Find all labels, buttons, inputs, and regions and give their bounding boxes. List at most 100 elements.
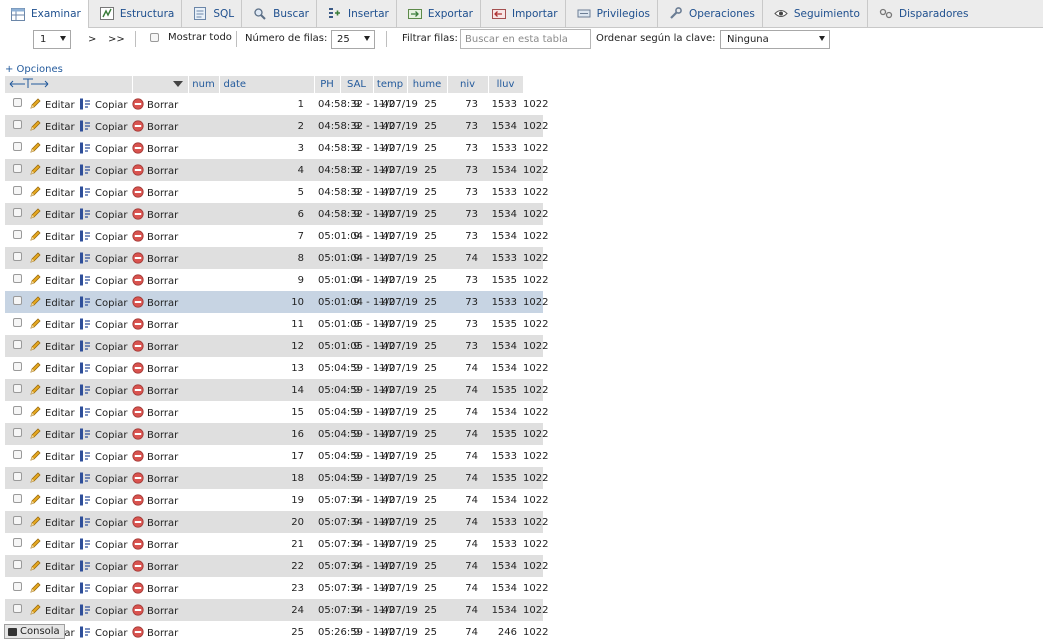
edit-row-button[interactable]: Editar bbox=[29, 599, 79, 621]
copy-row-button[interactable]: Copiar bbox=[79, 489, 133, 511]
row-checkbox[interactable] bbox=[5, 203, 29, 225]
column-header-hume[interactable]: hume bbox=[407, 76, 448, 93]
edit-row-button[interactable]: Editar bbox=[29, 225, 79, 247]
row-select-checkbox[interactable] bbox=[12, 230, 22, 239]
sort-key-select[interactable]: Ninguna bbox=[720, 30, 830, 49]
row-select-checkbox[interactable] bbox=[12, 120, 22, 129]
copy-row-button[interactable]: Copiar bbox=[79, 269, 133, 291]
row-select-checkbox[interactable] bbox=[12, 516, 22, 525]
rows-per-page-select[interactable]: 25 bbox=[331, 30, 375, 49]
copy-row-button[interactable]: Copiar bbox=[79, 467, 133, 489]
row-checkbox[interactable] bbox=[5, 247, 29, 269]
table-row[interactable]: EditarCopiarBorrar1305:04:59 - 11/07/199… bbox=[5, 357, 548, 379]
copy-row-button[interactable]: Copiar bbox=[79, 247, 133, 269]
row-checkbox[interactable] bbox=[5, 555, 29, 577]
row-select-checkbox[interactable] bbox=[12, 186, 22, 195]
edit-row-button[interactable]: Editar bbox=[29, 401, 79, 423]
edit-row-button[interactable]: Editar bbox=[29, 247, 79, 269]
row-checkbox[interactable] bbox=[5, 511, 29, 533]
table-row[interactable]: EditarCopiarBorrar2305:07:34 - 11/07/199… bbox=[5, 577, 548, 599]
edit-row-button[interactable]: Editar bbox=[29, 335, 79, 357]
copy-row-button[interactable]: Copiar bbox=[79, 203, 133, 225]
copy-row-button[interactable]: Copiar bbox=[79, 445, 133, 467]
delete-row-button[interactable]: Borrar bbox=[132, 577, 220, 599]
row-checkbox[interactable] bbox=[5, 467, 29, 489]
edit-row-button[interactable]: Editar bbox=[29, 533, 79, 555]
delete-row-button[interactable]: Borrar bbox=[132, 203, 220, 225]
column-header-temp[interactable]: temp bbox=[373, 76, 408, 93]
column-header-niv[interactable]: niv bbox=[447, 76, 489, 93]
copy-row-button[interactable]: Copiar bbox=[79, 379, 133, 401]
show-all-checkbox[interactable] bbox=[150, 33, 159, 42]
row-checkbox[interactable] bbox=[5, 225, 29, 247]
delete-row-button[interactable]: Borrar bbox=[132, 555, 220, 577]
delete-row-button[interactable]: Borrar bbox=[132, 225, 220, 247]
console-toggle[interactable]: Consola bbox=[4, 624, 65, 639]
delete-row-button[interactable]: Borrar bbox=[132, 181, 220, 203]
table-row[interactable]: EditarCopiarBorrar905:01:04 - 11/07/199-… bbox=[5, 269, 548, 291]
row-select-checkbox[interactable] bbox=[12, 274, 22, 283]
table-row[interactable]: EditarCopiarBorrar304:58:32 - 11/07/199-… bbox=[5, 137, 548, 159]
row-select-checkbox[interactable] bbox=[12, 428, 22, 437]
edit-row-button[interactable]: Editar bbox=[29, 159, 79, 181]
table-row[interactable]: EditarCopiarBorrar2505:26:59 - 11/07/199… bbox=[5, 621, 548, 643]
edit-row-button[interactable]: Editar bbox=[29, 511, 79, 533]
table-row[interactable]: EditarCopiarBorrar2405:07:34 - 11/07/199… bbox=[5, 599, 548, 621]
row-checkbox[interactable] bbox=[5, 313, 29, 335]
tab-exportar[interactable]: Exportar bbox=[397, 0, 481, 27]
row-checkbox[interactable] bbox=[5, 379, 29, 401]
last-page-button[interactable]: >> bbox=[108, 34, 125, 45]
page-select[interactable]: 1 bbox=[33, 30, 71, 49]
row-select-checkbox[interactable] bbox=[12, 318, 22, 327]
row-select-checkbox[interactable] bbox=[12, 604, 22, 613]
edit-row-button[interactable]: Editar bbox=[29, 137, 79, 159]
delete-row-button[interactable]: Borrar bbox=[132, 159, 220, 181]
copy-row-button[interactable]: Copiar bbox=[79, 599, 133, 621]
row-checkbox[interactable] bbox=[5, 577, 29, 599]
table-row[interactable]: EditarCopiarBorrar604:58:32 - 11/07/199-… bbox=[5, 203, 548, 225]
copy-row-button[interactable]: Copiar bbox=[79, 357, 133, 379]
copy-row-button[interactable]: Copiar bbox=[79, 533, 133, 555]
copy-row-button[interactable]: Copiar bbox=[79, 555, 133, 577]
column-sort-control[interactable] bbox=[132, 76, 189, 93]
copy-row-button[interactable]: Copiar bbox=[79, 335, 133, 357]
row-select-checkbox[interactable] bbox=[12, 208, 22, 217]
row-select-checkbox[interactable] bbox=[12, 560, 22, 569]
row-checkbox[interactable] bbox=[5, 533, 29, 555]
edit-row-button[interactable]: Editar bbox=[29, 181, 79, 203]
row-checkbox[interactable] bbox=[5, 115, 29, 137]
row-checkbox[interactable] bbox=[5, 599, 29, 621]
edit-row-button[interactable]: Editar bbox=[29, 269, 79, 291]
table-row[interactable]: EditarCopiarBorrar204:58:32 - 11/07/199-… bbox=[5, 115, 548, 137]
row-select-checkbox[interactable] bbox=[12, 142, 22, 151]
delete-row-button[interactable]: Borrar bbox=[132, 313, 220, 335]
tab-privilegios[interactable]: Privilegios bbox=[566, 0, 658, 27]
tab-buscar[interactable]: Buscar bbox=[242, 0, 317, 27]
delete-row-button[interactable]: Borrar bbox=[132, 269, 220, 291]
delete-row-button[interactable]: Borrar bbox=[132, 115, 220, 137]
delete-row-button[interactable]: Borrar bbox=[132, 511, 220, 533]
column-header-lluv[interactable]: lluv bbox=[488, 76, 524, 93]
row-select-checkbox[interactable] bbox=[12, 384, 22, 393]
edit-row-button[interactable]: Editar bbox=[29, 467, 79, 489]
edit-row-button[interactable]: Editar bbox=[29, 93, 79, 115]
table-row[interactable]: EditarCopiarBorrar1705:04:59 - 11/07/199… bbox=[5, 445, 548, 467]
copy-row-button[interactable]: Copiar bbox=[79, 621, 133, 643]
table-row[interactable]: EditarCopiarBorrar2105:07:34 - 11/07/199… bbox=[5, 533, 548, 555]
table-row[interactable]: EditarCopiarBorrar404:58:32 - 11/07/199-… bbox=[5, 159, 548, 181]
edit-row-button[interactable]: Editar bbox=[29, 313, 79, 335]
table-row[interactable]: EditarCopiarBorrar1905:07:34 - 11/07/199… bbox=[5, 489, 548, 511]
delete-row-button[interactable]: Borrar bbox=[132, 379, 220, 401]
delete-row-button[interactable]: Borrar bbox=[132, 93, 220, 115]
tab-operaciones[interactable]: Operaciones bbox=[658, 0, 763, 27]
table-row[interactable]: EditarCopiarBorrar1805:04:59 - 11/07/199… bbox=[5, 467, 548, 489]
edit-row-button[interactable]: Editar bbox=[29, 357, 79, 379]
table-row[interactable]: EditarCopiarBorrar805:01:04 - 11/07/199-… bbox=[5, 247, 548, 269]
row-select-checkbox[interactable] bbox=[12, 472, 22, 481]
edit-row-button[interactable]: Editar bbox=[29, 577, 79, 599]
edit-row-button[interactable]: Editar bbox=[29, 115, 79, 137]
filter-rows-input[interactable] bbox=[460, 29, 591, 49]
delete-row-button[interactable]: Borrar bbox=[132, 599, 220, 621]
row-select-checkbox[interactable] bbox=[12, 98, 22, 107]
row-checkbox[interactable] bbox=[5, 489, 29, 511]
